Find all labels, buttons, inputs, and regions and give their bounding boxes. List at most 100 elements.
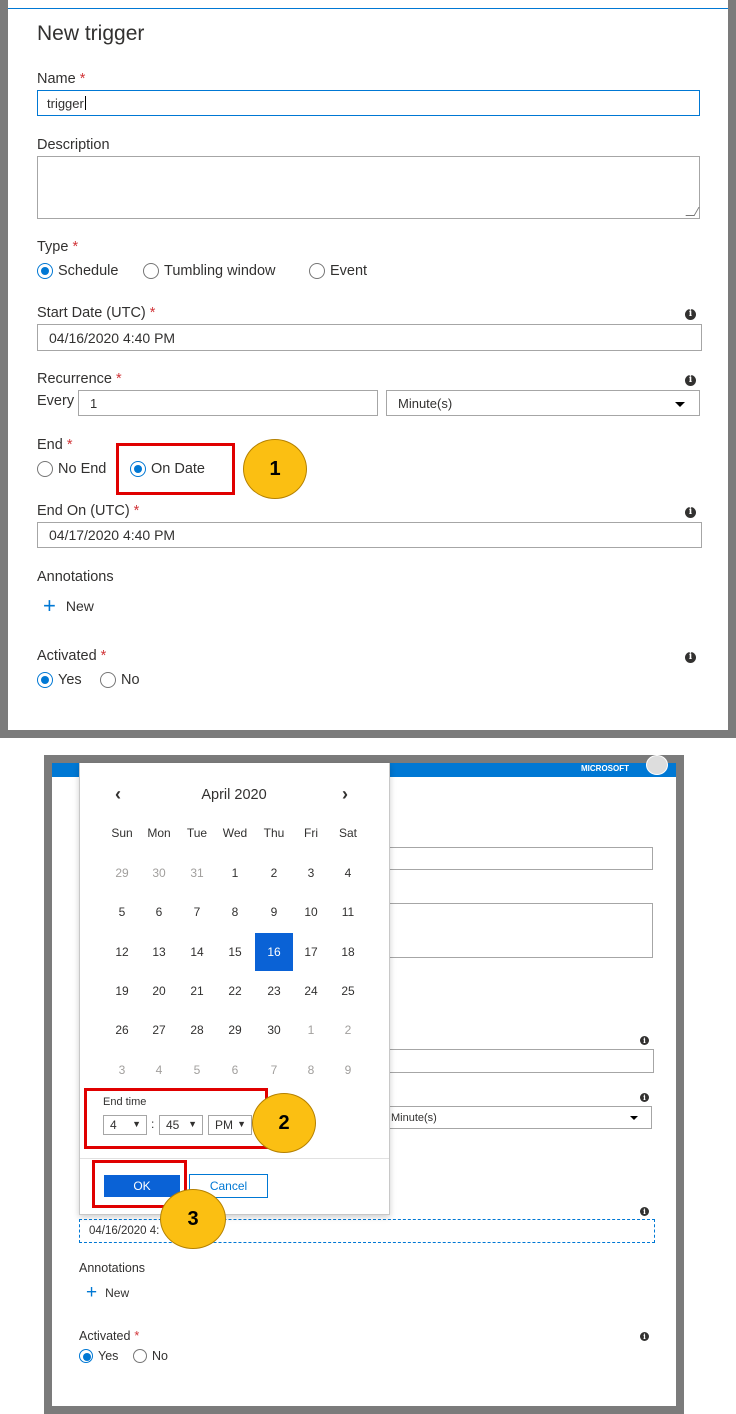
calendar-day[interactable]: 15 <box>216 933 254 971</box>
day-of-week-label: Sat <box>338 826 357 840</box>
calendar-day[interactable]: 17 <box>292 933 330 971</box>
add-annotation-button-bg[interactable]: + New <box>86 1283 130 1302</box>
calendar-day[interactable]: 3 <box>292 854 330 892</box>
radio-label: Yes <box>58 672 82 688</box>
calendar-day[interactable]: 5 <box>178 1051 216 1089</box>
calendar-day[interactable]: 19 <box>103 972 141 1010</box>
required-mark: * <box>100 648 107 664</box>
name-input[interactable]: trigger <box>37 90 700 116</box>
annotations-label-bg: Annotations <box>79 1261 146 1275</box>
new-label: New <box>105 1286 130 1300</box>
recurrence-label: Recurrence * <box>37 371 122 387</box>
background-input-1[interactable] <box>388 847 653 870</box>
calendar-day[interactable]: 6 <box>216 1051 254 1089</box>
required-mark: * <box>115 371 122 387</box>
background-input-2[interactable] <box>388 1049 654 1073</box>
recurrence-interval-input[interactable]: 1 <box>78 390 378 416</box>
calendar-day[interactable]: 7 <box>255 1051 293 1089</box>
activated-yes-radio[interactable]: Yes <box>37 672 82 688</box>
radio-label: Tumbling window <box>164 263 276 279</box>
calendar-day[interactable]: 2 <box>255 854 293 892</box>
info-icon[interactable]: i <box>685 652 696 663</box>
prev-month-button[interactable]: ‹ <box>115 784 121 805</box>
radio-selected-icon <box>37 263 53 279</box>
calendar-day[interactable]: 26 <box>103 1011 141 1049</box>
dialog-title: New trigger <box>37 22 145 45</box>
calendar-day[interactable]: 21 <box>178 972 216 1010</box>
end-no-end-radio[interactable]: No End <box>37 461 106 477</box>
calendar-day[interactable]: 24 <box>292 972 330 1010</box>
calendar-day[interactable]: 18 <box>329 933 367 971</box>
calendar-day[interactable]: 30 <box>140 854 178 892</box>
calendar-day[interactable]: 8 <box>292 1051 330 1089</box>
calendar-day[interactable]: 1 <box>292 1011 330 1049</box>
day-of-week-label: Mon <box>147 826 171 840</box>
description-textarea[interactable] <box>37 156 700 219</box>
next-month-button[interactable]: › <box>342 784 348 805</box>
calendar-day[interactable]: 31 <box>178 854 216 892</box>
type-tumbling-window-radio[interactable]: Tumbling window <box>143 263 275 279</box>
calendar-day[interactable]: 13 <box>140 933 178 971</box>
info-icon[interactable]: i <box>685 507 696 518</box>
calendar-day[interactable]: 6 <box>140 893 178 931</box>
recurrence-unit-select[interactable]: Minute(s) <box>386 390 700 416</box>
calendar-day[interactable]: 5 <box>103 893 141 931</box>
calendar-day[interactable]: 20 <box>140 972 178 1010</box>
calendar-day[interactable]: 25 <box>329 972 367 1010</box>
info-icon[interactable]: i <box>685 309 696 320</box>
end-on-value: 04/16/2020 4: <box>89 1225 160 1237</box>
info-icon[interactable]: i <box>640 1207 649 1216</box>
calendar-day[interactable]: 23 <box>255 972 293 1010</box>
calendar-day[interactable]: 7 <box>178 893 216 931</box>
calendar-day[interactable]: 10 <box>292 893 330 931</box>
unit-value: Minute(s) <box>391 1111 437 1124</box>
calendar-day-selected[interactable]: 16 <box>255 932 293 971</box>
dropdown-caret-icon <box>675 402 685 407</box>
calendar-day[interactable]: 3 <box>103 1051 141 1089</box>
resize-grip-icon[interactable] <box>685 207 700 216</box>
calendar-day[interactable]: 9 <box>255 893 293 931</box>
end-on-label: End On (UTC) * <box>37 503 139 519</box>
calendar-day[interactable]: 12 <box>103 933 141 971</box>
calendar-day[interactable]: 2 <box>329 1011 367 1049</box>
calendar-day[interactable]: 27 <box>140 1011 178 1049</box>
interval-value: 1 <box>90 395 98 411</box>
calendar-day[interactable]: 1 <box>216 854 254 892</box>
calendar-day[interactable]: 28 <box>178 1011 216 1049</box>
calendar-day[interactable]: 9 <box>329 1051 367 1089</box>
chevron-left-icon: ‹ <box>115 784 121 804</box>
info-icon[interactable]: i <box>640 1093 649 1102</box>
calendar-day[interactable]: 11 <box>329 893 367 931</box>
calendar-day[interactable]: 8 <box>216 893 254 931</box>
activated-no-radio-bg[interactable]: No <box>133 1349 168 1363</box>
calendar-day[interactable]: 4 <box>329 854 367 892</box>
activated-no-radio[interactable]: No <box>100 672 140 688</box>
calendar-day[interactable]: 29 <box>216 1011 254 1049</box>
end-on-value: 04/17/2020 4:40 PM <box>49 527 176 543</box>
background-textarea[interactable] <box>388 903 653 958</box>
radio-label: Schedule <box>58 263 119 279</box>
calendar-day[interactable]: 29 <box>103 854 141 892</box>
calendar-day[interactable]: 14 <box>178 933 216 971</box>
info-icon[interactable]: i <box>640 1332 649 1341</box>
type-schedule-radio[interactable]: Schedule <box>37 263 118 279</box>
activated-yes-radio-bg[interactable]: Yes <box>79 1349 118 1363</box>
radio-empty-icon <box>309 263 325 279</box>
add-annotation-button[interactable]: + New <box>43 595 94 617</box>
info-icon[interactable]: i <box>685 375 696 386</box>
calendar-day[interactable]: 22 <box>216 972 254 1010</box>
header-text: MICROSOFT <box>581 764 629 773</box>
avatar[interactable] <box>646 755 668 775</box>
radio-empty-icon <box>143 263 159 279</box>
end-on-input[interactable]: 04/17/2020 4:40 PM <box>37 522 702 548</box>
recurrence-unit-select-bg[interactable]: Minute(s) <box>385 1106 652 1129</box>
radio-label: Event <box>330 263 368 279</box>
info-icon[interactable]: i <box>640 1036 649 1045</box>
calendar-day[interactable]: 30 <box>255 1011 293 1049</box>
required-mark: * <box>66 437 73 453</box>
day-of-week-label: Fri <box>304 826 318 840</box>
start-date-input[interactable]: 04/16/2020 4:40 PM <box>37 324 702 351</box>
calendar-day[interactable]: 4 <box>140 1051 178 1089</box>
highlight-on-date <box>116 443 235 495</box>
type-event-radio[interactable]: Event <box>309 263 367 279</box>
